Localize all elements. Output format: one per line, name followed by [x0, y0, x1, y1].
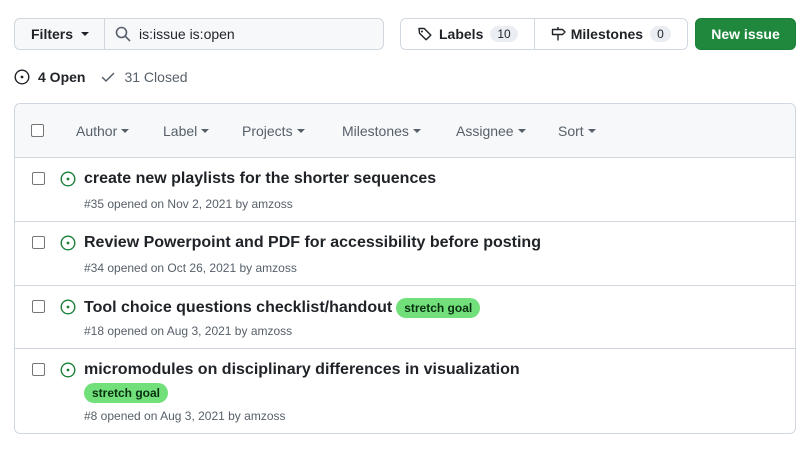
open-issues-label: 4 Open — [38, 69, 86, 85]
issue-checkbox[interactable] — [32, 363, 45, 376]
assignee-filter[interactable]: Assignee — [456, 104, 526, 158]
milestones-button[interactable]: Milestones 0 — [533, 19, 687, 49]
issue-opened-icon — [60, 171, 76, 187]
milestones-count-badge: 0 — [650, 26, 671, 42]
caret-down-icon — [517, 129, 526, 133]
assignee-filter-label: Assignee — [456, 123, 514, 139]
issue-meta: #34 opened on Oct 26, 2021 by amzoss — [84, 261, 297, 275]
milestones-label: Milestones — [570, 26, 644, 42]
issue-state-tabs: 4 Open 31 Closed — [14, 68, 188, 86]
milestones-filter-label: Milestones — [342, 123, 409, 139]
author-filter-label: Author — [76, 123, 118, 139]
caret-down-icon — [296, 129, 305, 133]
caret-down-icon — [201, 129, 210, 133]
select-all-checkbox[interactable] — [31, 124, 44, 137]
author-filter[interactable]: Author — [76, 104, 130, 158]
issue-row: Review Powerpoint and PDF for accessibil… — [15, 222, 795, 286]
caret-down-icon — [412, 129, 421, 133]
closed-issues-label: 31 Closed — [124, 69, 188, 85]
label-stretch-goal[interactable]: stretch goal — [396, 298, 481, 318]
label-filter-label: Label — [163, 123, 198, 139]
filters-label: Filters — [31, 26, 74, 42]
search-field[interactable] — [104, 18, 384, 50]
issue-title-link[interactable]: create new playlists for the shorter seq… — [84, 170, 436, 188]
issue-opened-icon — [14, 69, 30, 85]
issue-opened-icon — [60, 235, 76, 251]
caret-down-icon — [121, 129, 130, 133]
search-icon — [115, 26, 131, 42]
issues-list-header: Author Label Projects Milestones Assigne… — [15, 104, 795, 158]
tag-icon — [418, 27, 432, 41]
issue-opened-icon — [60, 362, 76, 378]
caret-down-icon — [587, 129, 596, 133]
labels-button[interactable]: Labels 10 — [401, 19, 534, 49]
issue-title-link[interactable]: Review Powerpoint and PDF for accessibil… — [84, 234, 541, 252]
new-issue-button[interactable]: New issue — [695, 18, 796, 50]
issue-checkbox[interactable] — [32, 236, 45, 249]
issue-title-link[interactable]: Tool choice questions checklist/handout — [84, 299, 392, 317]
issues-toolbar: Filters Labels 10 Milestones 0 N — [14, 18, 796, 50]
issue-meta: #18 opened on Aug 3, 2021 by amzoss — [84, 324, 293, 338]
labels-milestones-group: Labels 10 Milestones 0 — [400, 18, 688, 50]
label-stretch-goal[interactable]: stretch goal — [84, 383, 169, 403]
issue-meta: #8 opened on Aug 3, 2021 by amzoss — [84, 409, 286, 423]
issue-checkbox[interactable] — [32, 172, 45, 185]
issues-list: Author Label Projects Milestones Assigne… — [14, 103, 796, 434]
labels-label: Labels — [439, 26, 484, 42]
search-input[interactable] — [139, 26, 369, 42]
closed-issues-link[interactable]: 31 Closed — [100, 69, 188, 85]
open-issues-link[interactable]: 4 Open — [14, 69, 85, 85]
issue-title-link[interactable]: micromodules on disciplinary differences… — [84, 361, 520, 379]
issue-row: create new playlists for the shorter seq… — [15, 158, 795, 222]
check-icon — [102, 72, 115, 82]
issue-row: micromodules on disciplinary differences… — [15, 349, 795, 434]
issue-row: Tool choice questions checklist/handout … — [15, 286, 795, 349]
filters-button[interactable]: Filters — [14, 18, 105, 50]
sort-filter-label: Sort — [558, 123, 584, 139]
issue-meta: #35 opened on Nov 2, 2021 by amzoss — [84, 197, 293, 211]
projects-filter-label: Projects — [242, 123, 293, 139]
projects-filter[interactable]: Projects — [242, 104, 305, 158]
labels-count-badge: 10 — [490, 26, 518, 42]
issue-checkbox[interactable] — [32, 300, 45, 313]
milestones-filter[interactable]: Milestones — [342, 104, 421, 158]
label-filter[interactable]: Label — [163, 104, 210, 158]
issue-opened-icon — [60, 299, 76, 315]
milestone-icon — [551, 27, 566, 41]
sort-filter[interactable]: Sort — [558, 104, 596, 158]
caret-down-icon — [81, 32, 90, 36]
